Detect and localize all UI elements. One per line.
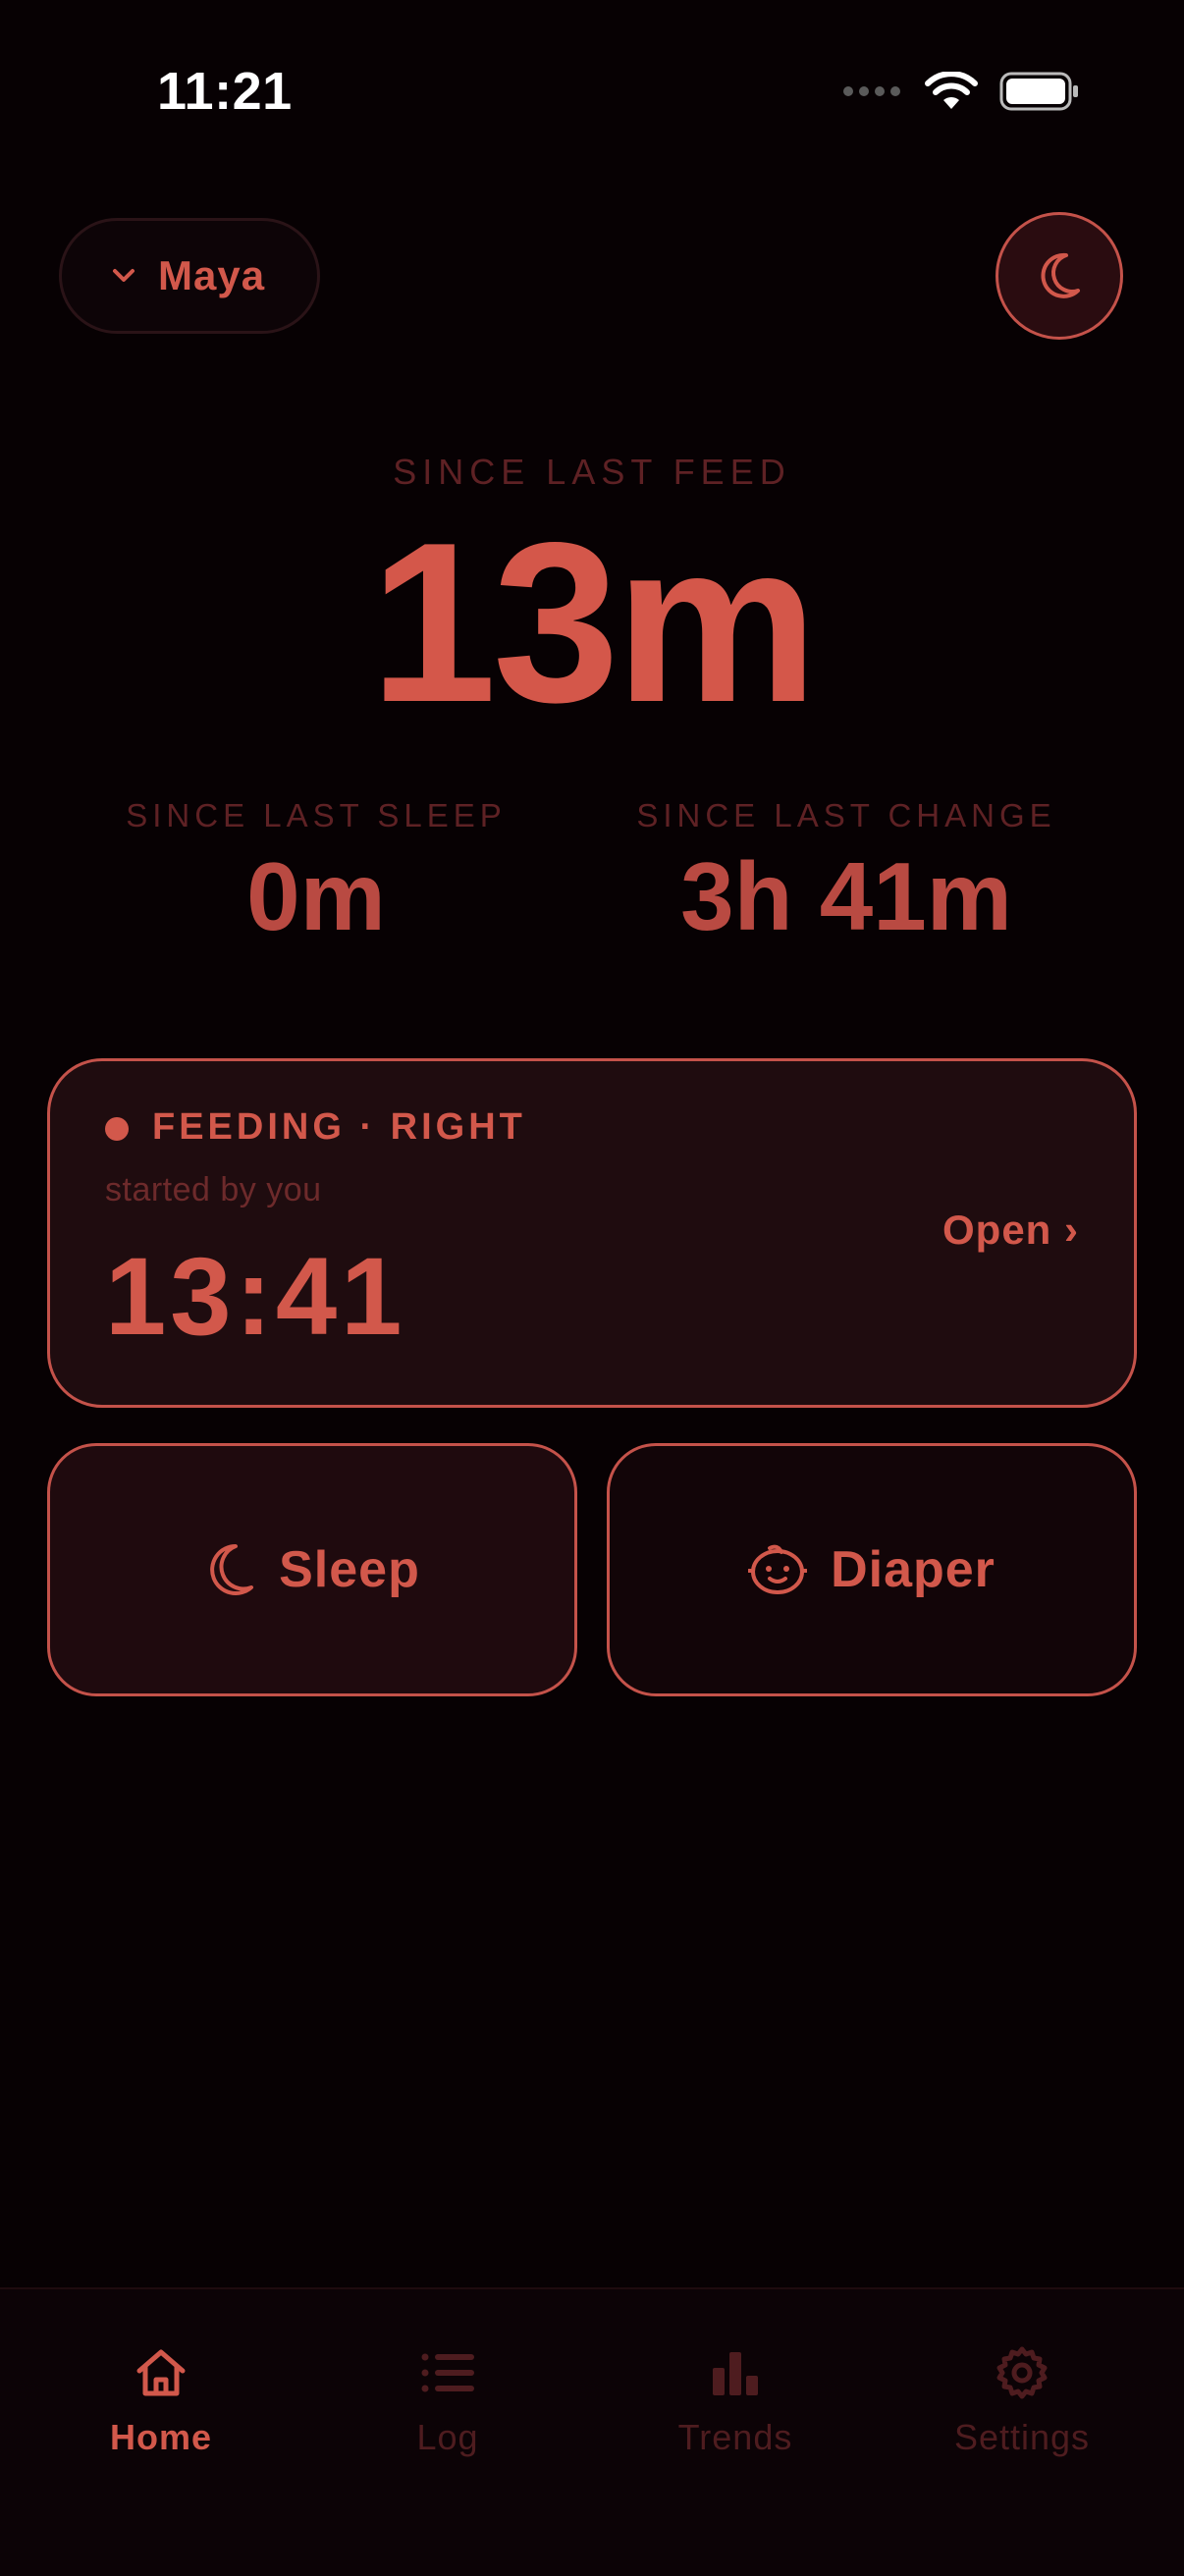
baby-face-icon (748, 1544, 808, 1594)
diaper-button-label: Diaper (831, 1541, 996, 1598)
battery-icon (999, 72, 1078, 111)
night-mode-button[interactable] (996, 212, 1123, 340)
since-last-sleep-value: 0m (246, 842, 386, 950)
since-last-change: SINCE LAST CHANGE 3h 41m (591, 797, 1102, 950)
since-last-feed-value: 13m (369, 496, 818, 750)
child-selector[interactable]: Maya (59, 218, 320, 334)
tab-settings[interactable]: Settings (875, 2338, 1169, 2458)
since-last-sleep-label: SINCE LAST SLEEP (126, 797, 507, 833)
sleep-button-label: Sleep (279, 1541, 420, 1598)
list-icon (421, 2353, 474, 2392)
tab-trends[interactable]: Trends (588, 2338, 883, 2458)
chevron-down-icon (113, 269, 135, 282)
status-icons (842, 71, 1080, 112)
active-feeding-card[interactable]: FEEDING · RIGHT started by you 13:41 Ope… (47, 1058, 1137, 1408)
sleep-button[interactable]: Sleep (47, 1443, 577, 1696)
since-last-change-label: SINCE LAST CHANGE (636, 797, 1056, 833)
tab-home[interactable]: Home (14, 2338, 308, 2458)
tab-log[interactable]: Log (300, 2338, 595, 2458)
active-session-timer: 13:41 (105, 1235, 406, 1358)
active-indicator-dot (105, 1117, 129, 1141)
since-last-feed-label: SINCE LAST FEED (393, 452, 791, 492)
active-session-title: FEEDING · RIGHT (152, 1106, 526, 1148)
tab-home-label: Home (109, 2417, 213, 2457)
wifi-icon (925, 72, 978, 109)
diaper-button[interactable]: Diaper (607, 1443, 1137, 1696)
moon-icon (210, 1544, 254, 1595)
since-last-sleep: SINCE LAST SLEEP 0m (61, 797, 571, 950)
tab-settings-label: Settings (953, 2417, 1091, 2457)
tab-trends-label: Trends (677, 2417, 793, 2457)
open-session-link[interactable]: Open › (942, 1207, 1079, 1254)
since-last-change-value: 3h 41m (680, 842, 1012, 950)
tab-bar: Home Log Trends Settings (0, 2287, 1184, 2576)
gear-icon (996, 2346, 1048, 2399)
moon-icon (1041, 252, 1080, 298)
tab-log-label: Log (416, 2417, 479, 2457)
home-icon (136, 2349, 186, 2396)
bar-chart-icon (713, 2352, 758, 2395)
cellular-signal-icon (843, 86, 900, 96)
child-name: Maya (158, 252, 266, 298)
status-time: 11:21 (157, 62, 293, 121)
active-session-subtitle: started by you (105, 1171, 322, 1208)
